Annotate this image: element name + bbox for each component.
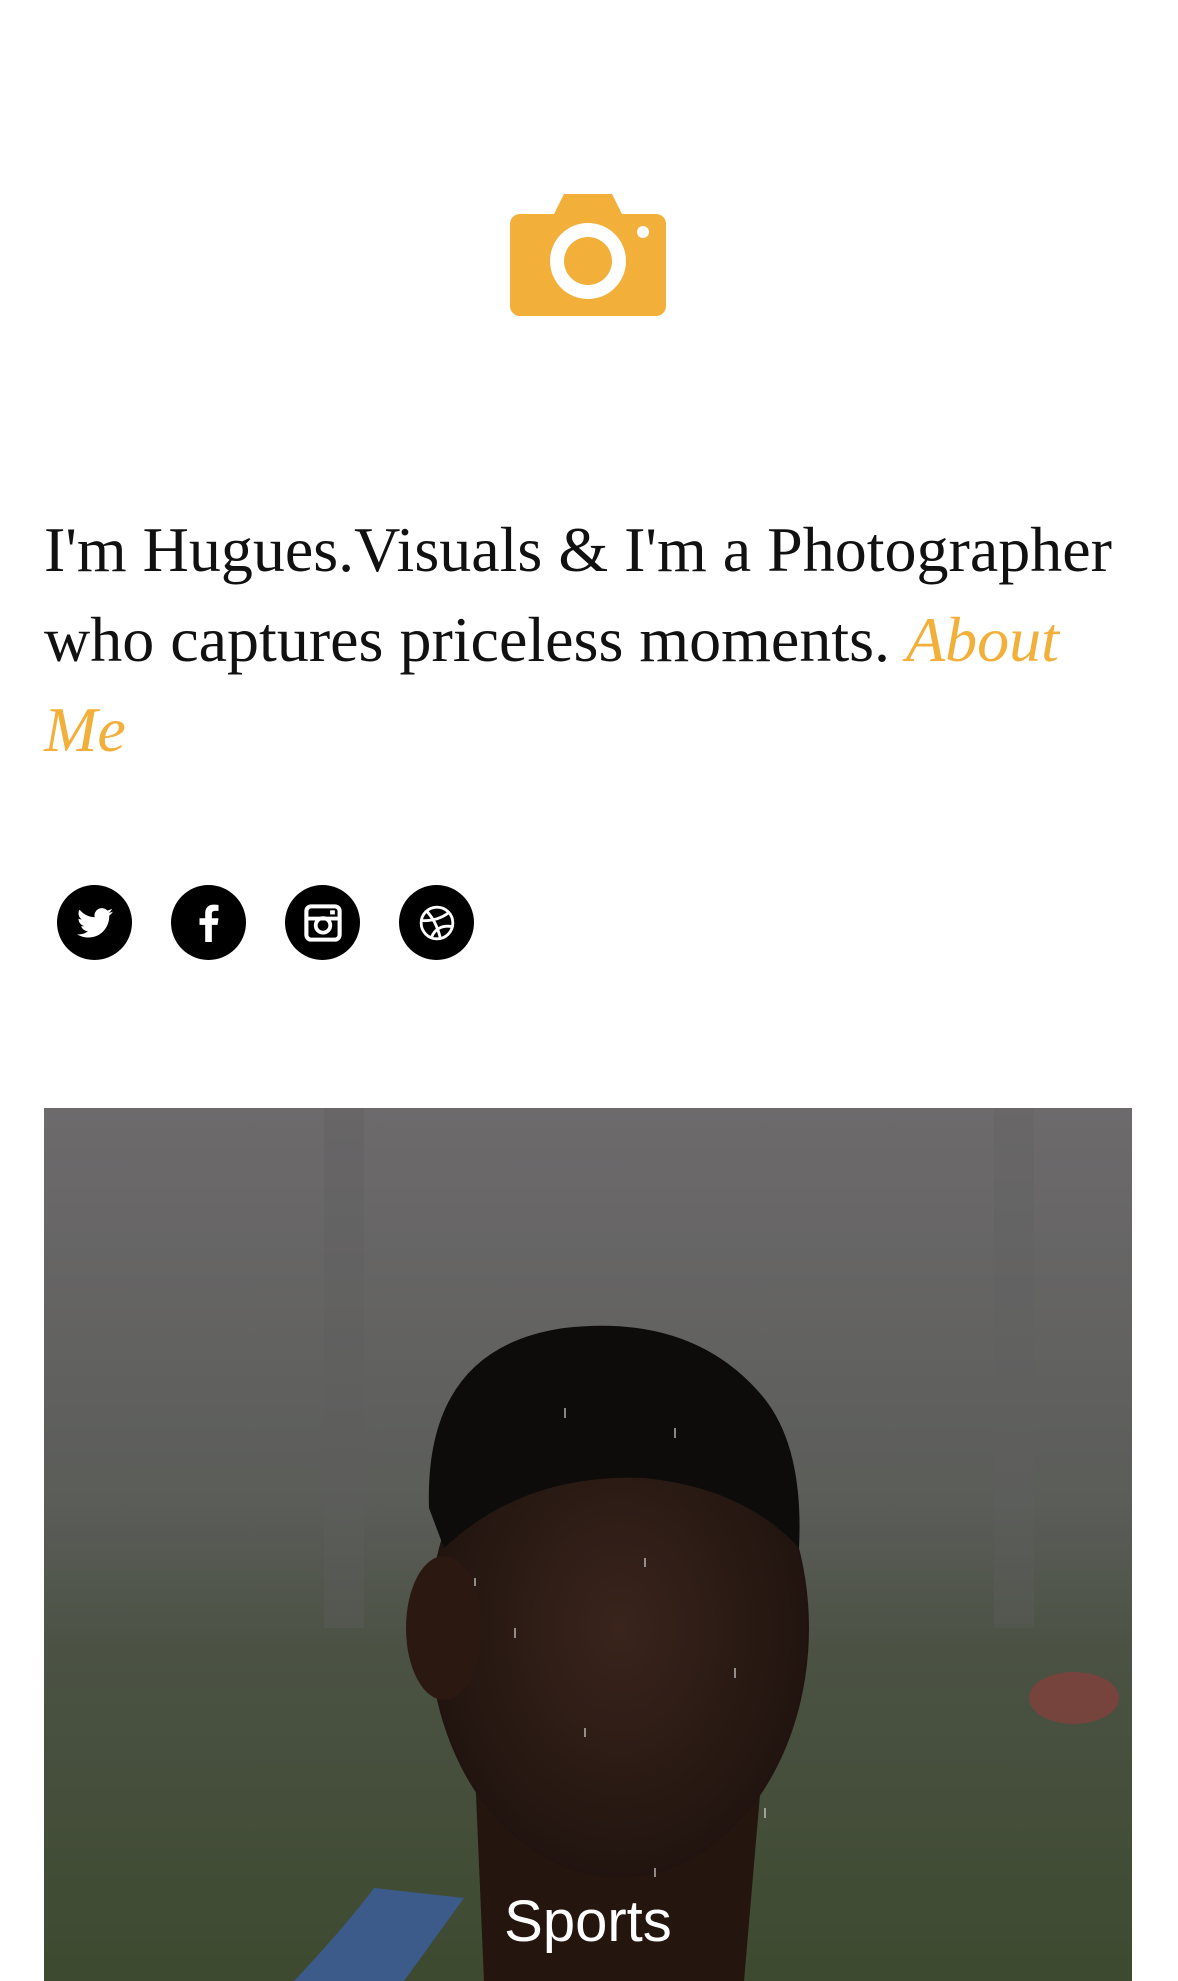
instagram-icon[interactable] — [285, 885, 360, 960]
camera-logo-icon[interactable] — [510, 192, 666, 316]
intro-text: I'm Hugues.Visuals & I'm a Photographer … — [44, 505, 1124, 775]
twitter-icon[interactable] — [57, 885, 132, 960]
social-links — [57, 885, 474, 960]
facebook-icon[interactable] — [171, 885, 246, 960]
sports-photo — [44, 1108, 1132, 1981]
gallery-caption: Sports — [504, 1889, 672, 1954]
gallery-item-sports[interactable]: Sports — [44, 1108, 1132, 1981]
dribbble-icon[interactable] — [399, 885, 474, 960]
